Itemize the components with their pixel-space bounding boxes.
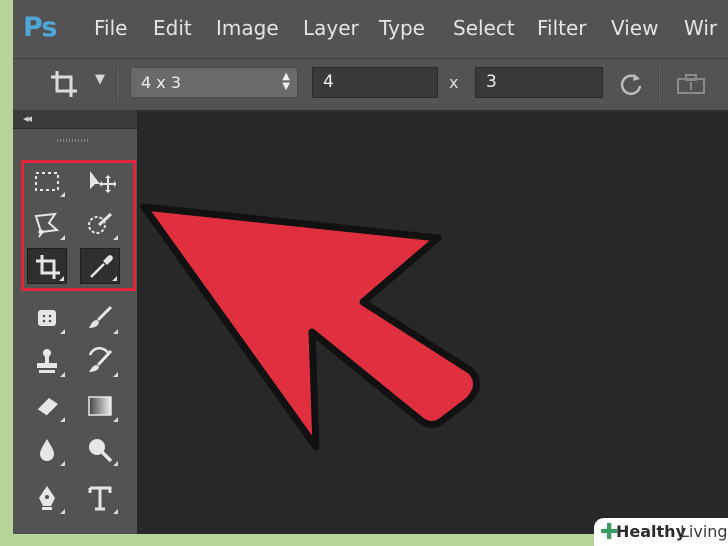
pointer-arrow-icon: [140, 203, 480, 451]
photoshop-window: Ps File Edit Image Layer Type Select Fil…: [13, 0, 728, 534]
watermark-brand-bold: Healthy: [616, 522, 686, 541]
watermark-brand-light: Living: [680, 522, 728, 541]
watermark: ✚ Healthy Living: [594, 518, 728, 546]
